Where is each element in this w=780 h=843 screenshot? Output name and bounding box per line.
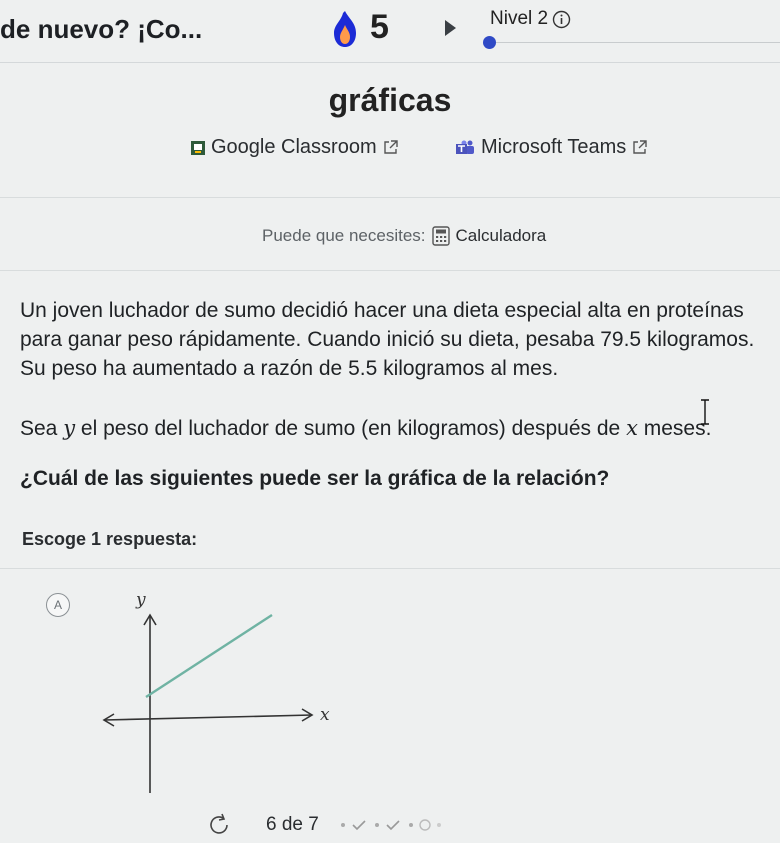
x-axis-label: x <box>320 705 330 725</box>
level-progress-marker <box>483 36 496 49</box>
tools-prefix: Puede que necesites: <box>262 226 426 245</box>
choice-a-graph[interactable]: y x <box>90 585 350 800</box>
check-icon <box>386 820 400 831</box>
tools-needed: Puede que necesites: Calculadora <box>262 226 546 246</box>
divider <box>0 197 780 198</box>
progress-indicators <box>341 819 441 831</box>
footer-progress: 6 de 7 <box>206 812 319 838</box>
x-axis <box>103 714 313 721</box>
progress-text: 6 de 7 <box>266 814 319 835</box>
text-cursor-icon <box>701 399 709 425</box>
divider <box>0 270 780 271</box>
play-icon[interactable] <box>443 19 457 37</box>
calculator-label: Calculadora <box>455 226 547 245</box>
google-classroom-link[interactable]: Google Classroom <box>191 136 398 159</box>
info-icon[interactable] <box>552 10 571 29</box>
progress-dot <box>437 823 441 827</box>
external-link-icon <box>633 140 647 154</box>
y-axis-label: y <box>135 590 146 610</box>
progress-dot <box>341 823 345 827</box>
divider <box>0 568 780 569</box>
google-classroom-label: Google Classroom <box>211 136 377 158</box>
variable-y: y <box>63 416 76 440</box>
choose-prompt: Escoge 1 respuesta: <box>22 529 198 549</box>
microsoft-teams-icon <box>456 140 474 154</box>
progress-dot <box>409 823 413 827</box>
share-links: Google Classroom Microsoft Teams <box>0 136 780 160</box>
variable-definition: Sea y el peso del luchador de sumo (en k… <box>20 414 770 443</box>
exercise-header: de nuevo? ¡Co... 5 Nivel 2 <box>0 0 780 63</box>
progress-ring <box>419 819 431 831</box>
choice-a-radio[interactable]: A <box>46 593 70 617</box>
microsoft-teams-label: Microsoft Teams <box>481 136 627 158</box>
level-indicator[interactable]: Nivel 2 <box>490 8 571 30</box>
refresh-icon[interactable] <box>206 812 232 838</box>
level-label: Nivel 2 <box>490 8 549 29</box>
problem-text: Un joven luchador de sumo decidió hacer … <box>20 299 755 380</box>
microsoft-teams-link[interactable]: Microsoft Teams <box>455 136 647 159</box>
variable-x: x <box>626 416 638 440</box>
question-prompt: ¿Cuál de las siguientes puede ser la grá… <box>20 467 610 490</box>
topic-title: gráficas <box>328 82 452 118</box>
check-icon <box>352 820 366 831</box>
text-fragment: el peso del luchador de sumo (en kilogra… <box>75 417 627 440</box>
progress-dot <box>375 823 379 827</box>
graph-line <box>145 613 273 699</box>
calculator-icon <box>431 226 450 246</box>
streak-flame-icon <box>334 11 356 47</box>
external-link-icon <box>383 140 398 154</box>
calculator-link[interactable]: Calculadora <box>431 226 547 246</box>
exercise-title: de nuevo? ¡Co... <box>0 14 203 44</box>
google-classroom-icon <box>191 140 205 155</box>
streak-count: 5 <box>370 8 389 46</box>
text-fragment: Sea <box>20 417 64 440</box>
level-progress-track <box>496 42 780 43</box>
